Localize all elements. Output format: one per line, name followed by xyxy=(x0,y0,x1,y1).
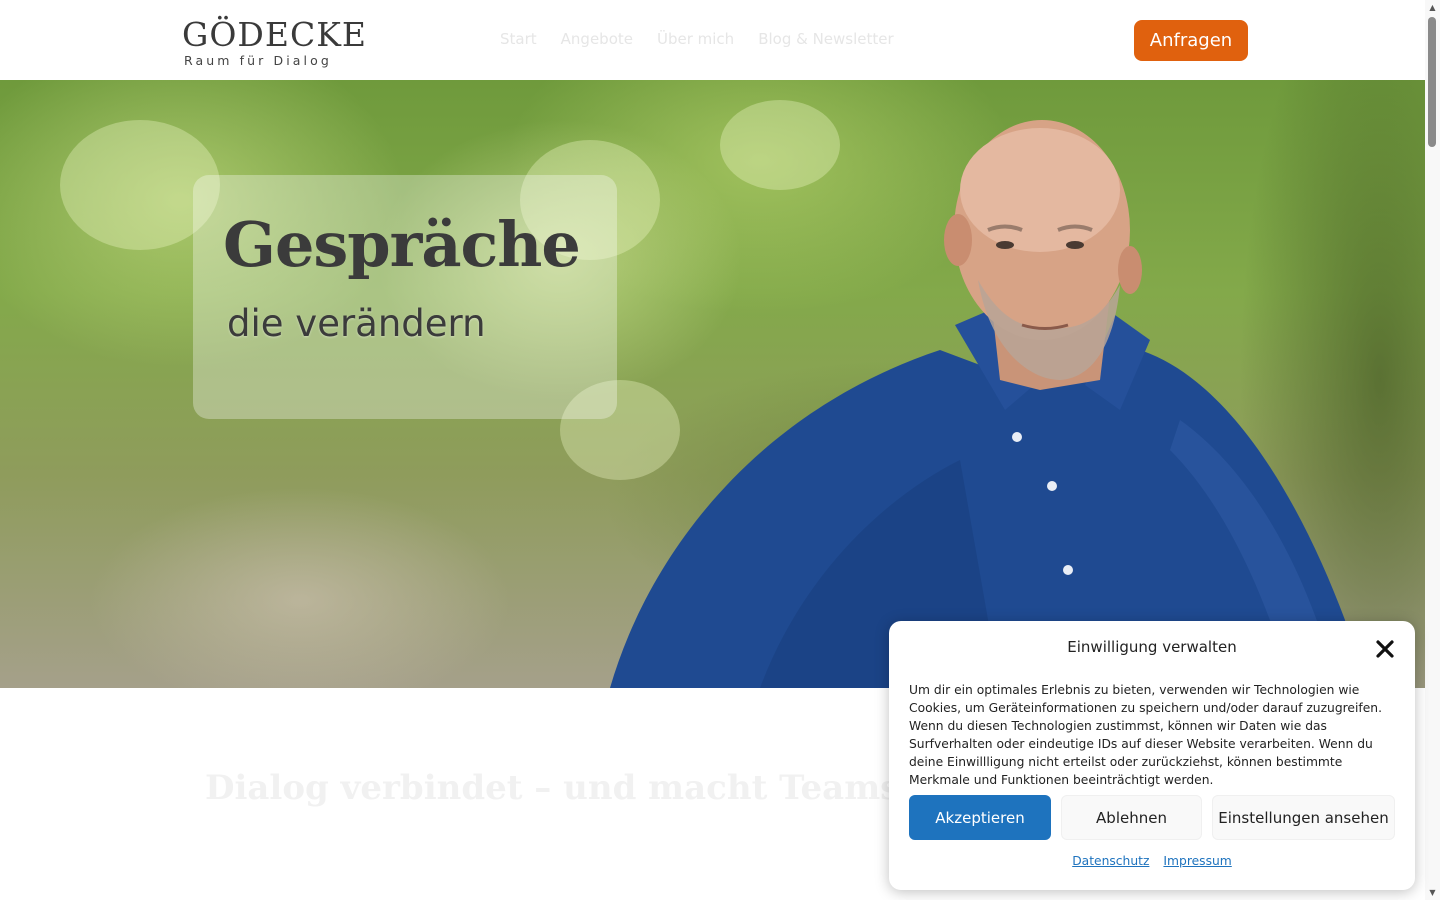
cookie-description: Um dir ein optimales Erlebnis zu bieten,… xyxy=(909,683,1382,787)
nav-link-ueber-mich[interactable]: Über mich xyxy=(657,30,734,48)
view-settings-button[interactable]: Einstellungen ansehen xyxy=(1212,795,1395,840)
cookie-consent-dialog: Einwilligung verwalten Um dir ein optima… xyxy=(889,621,1415,890)
close-icon[interactable] xyxy=(1373,637,1397,661)
nav-link-angebote[interactable]: Angebote xyxy=(561,30,633,48)
page-scrollbar[interactable]: ▲ ▼ xyxy=(1425,0,1440,900)
ear-right xyxy=(1118,246,1142,294)
site-logo[interactable]: GÖDECKE Raum für Dialog xyxy=(182,15,367,72)
site-header: GÖDECKE Raum für Dialog Start Angebote Ü… xyxy=(0,0,1425,80)
nav-link-blog-newsletter[interactable]: Blog & Newsletter xyxy=(758,30,893,48)
logo-tagline: Raum für Dialog xyxy=(184,53,332,68)
scroll-down-arrow-icon[interactable]: ▼ xyxy=(1425,885,1440,900)
scrollbar-thumb[interactable] xyxy=(1428,17,1436,147)
imprint-link[interactable]: Impressum xyxy=(1163,854,1231,868)
hero-text-card: Gespräche die verändern xyxy=(193,175,617,419)
cookie-links: Datenschutz Impressum xyxy=(889,854,1415,868)
shirt-button xyxy=(1063,565,1073,575)
ear-left xyxy=(944,214,972,266)
shirt-button xyxy=(1012,432,1022,442)
decline-button[interactable]: Ablehnen xyxy=(1061,795,1202,840)
hero-section: Gespräche die verändern xyxy=(0,80,1425,688)
scroll-up-arrow-icon[interactable]: ▲ xyxy=(1425,0,1440,15)
hero-title: Gespräche xyxy=(223,208,581,281)
head-top xyxy=(960,128,1120,252)
cookie-dialog-title: Einwilligung verwalten xyxy=(1067,638,1237,656)
privacy-link[interactable]: Datenschutz xyxy=(1072,854,1149,868)
request-button[interactable]: Anfragen xyxy=(1134,20,1248,61)
hero-subtitle: die verändern xyxy=(227,302,486,345)
accept-button[interactable]: Akzeptieren xyxy=(909,795,1051,840)
main-nav: Start Angebote Über mich Blog & Newslett… xyxy=(500,28,894,50)
logo-wordmark: GÖDECKE xyxy=(182,15,367,54)
eye-left xyxy=(996,241,1014,249)
nav-link-start[interactable]: Start xyxy=(500,30,537,48)
eye-right xyxy=(1066,241,1084,249)
shirt-button xyxy=(1047,481,1057,491)
